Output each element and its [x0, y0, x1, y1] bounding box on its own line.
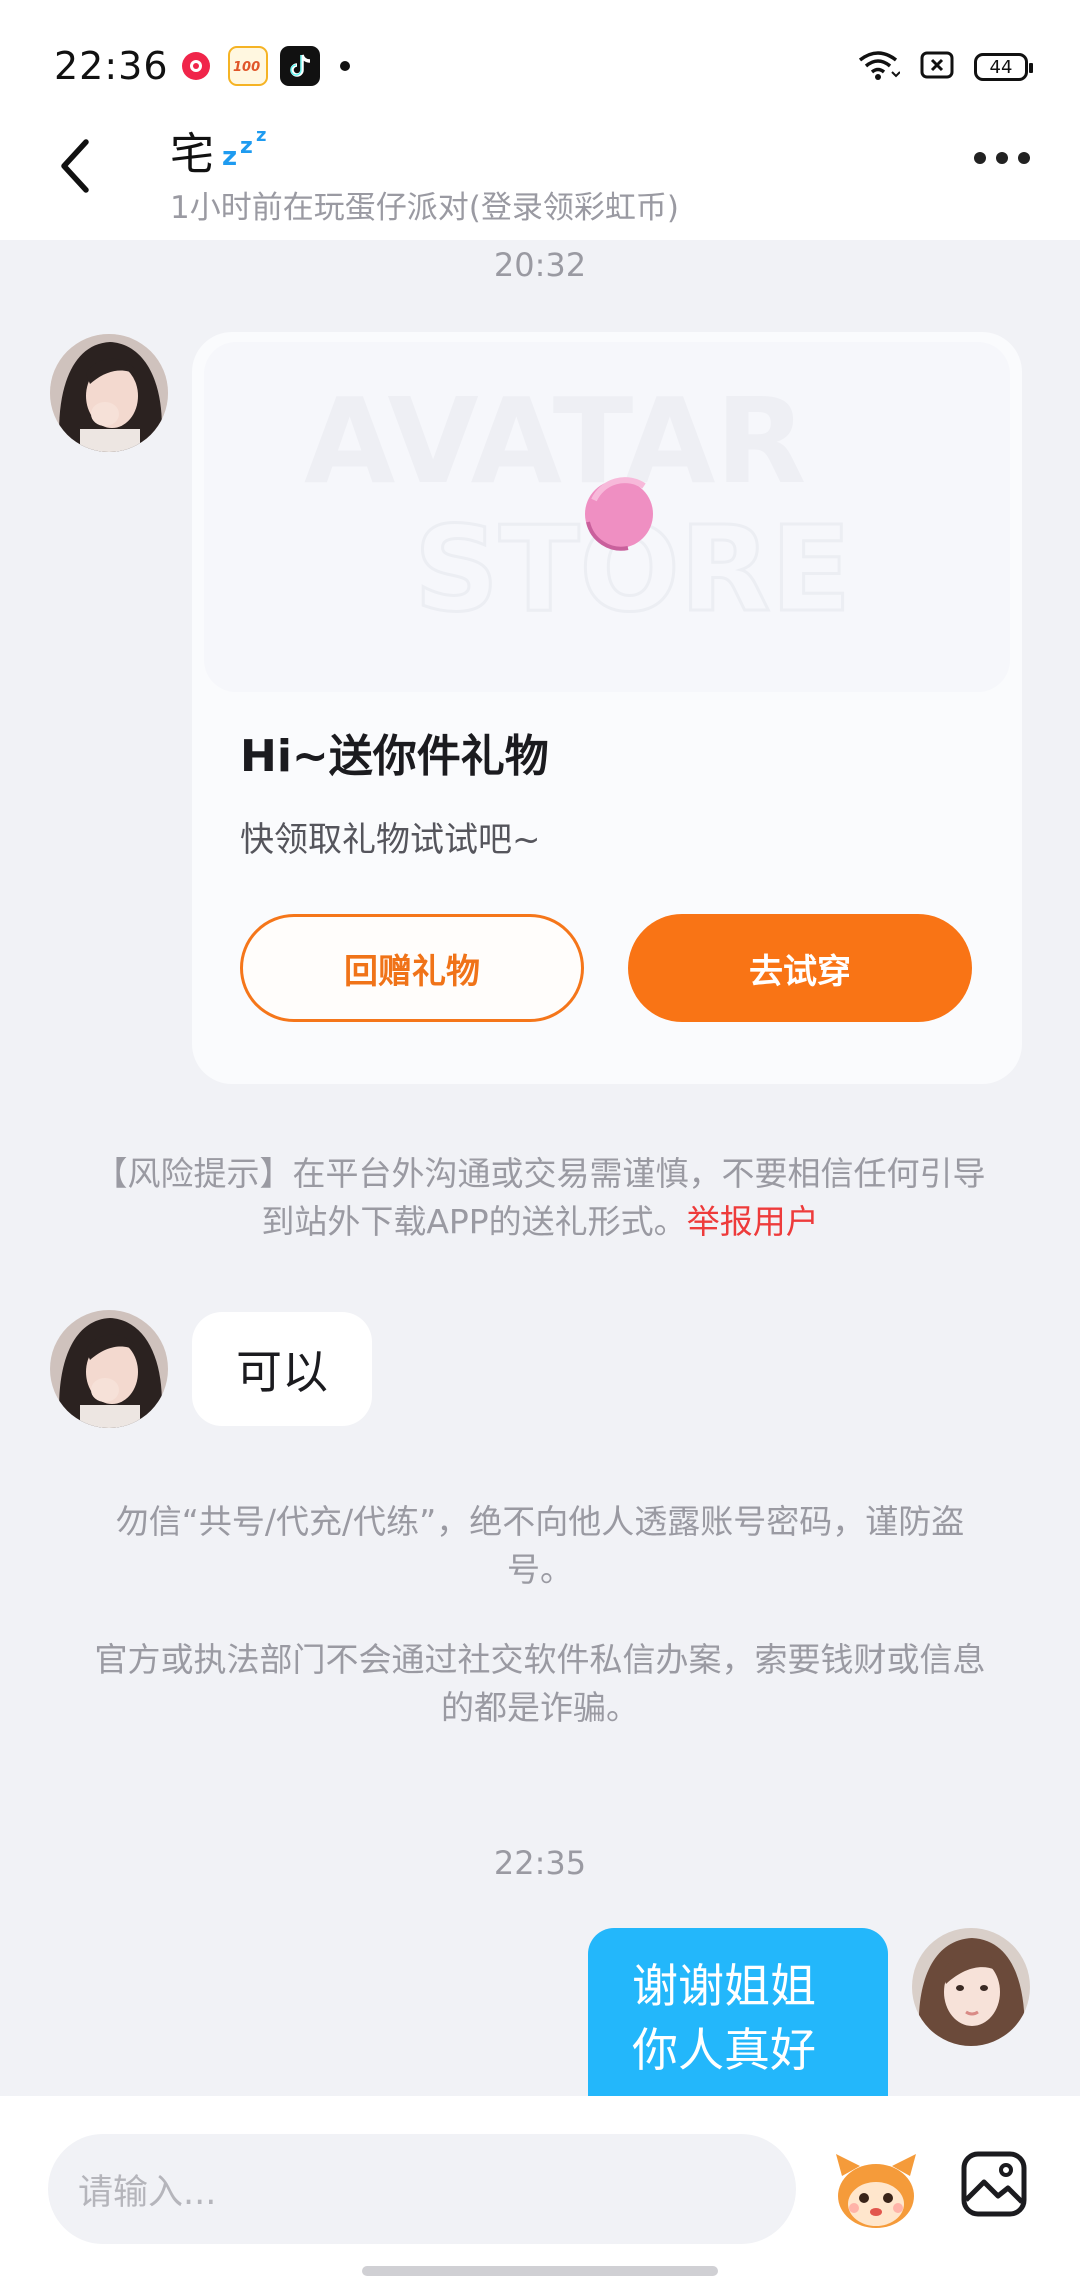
wifi-icon: [856, 48, 901, 86]
chat-title: 宅 zzz: [170, 118, 280, 182]
home-indicator[interactable]: [362, 2266, 718, 2276]
notification-dot: [340, 61, 350, 71]
contact-avatar[interactable]: [50, 334, 168, 452]
return-gift-button[interactable]: 回赠礼物: [240, 914, 584, 1022]
emoji-mascot-button[interactable]: [832, 2146, 920, 2234]
message-text-line: 你人真好: [632, 2023, 816, 2077]
svg-text:100: 100: [233, 60, 260, 75]
report-user-link[interactable]: 举报用户: [687, 1202, 819, 1241]
more-dot-icon: [1018, 152, 1030, 164]
input-bar: 请输入...: [0, 2096, 1080, 2280]
safety-warning-1: 勿信“共号/代充/代练”，绝不向他人透露账号密码，谨防盗号。: [115, 1502, 965, 1589]
more-dot-icon: [974, 152, 986, 164]
battery-icon: 44: [974, 53, 1033, 81]
risk-notice-text: 【风险提示】在平台外沟通或交易需谨慎，不要相信任何引导到站外下载APP的送礼形式…: [94, 1154, 986, 1241]
gift-subtitle: 快领取礼物试试吧~: [240, 820, 541, 860]
battery-level: 44: [989, 56, 1013, 78]
gift-title: Hi~送你件礼物: [240, 731, 549, 782]
gift-card: AVATAR STORE Hi~送你件礼物 快领取礼物试试吧~ 回赠礼物 去试穿: [192, 332, 1022, 1084]
more-options-button[interactable]: [974, 152, 1030, 164]
message-timestamp: 22:35: [493, 1844, 587, 1882]
back-button[interactable]: [56, 136, 106, 196]
message-bubble-received[interactable]: 可以: [192, 1312, 372, 1426]
svg-text:z: z: [222, 142, 237, 169]
chat-screen: 22:36 100 44 宅 z z z 1小时前在玩蛋仔派对(登录领彩虹币) …: [0, 0, 1080, 2280]
risk-notice: 【风险提示】在平台外沟通或交易需谨慎，不要相信任何引导到站外下载APP的送礼形式…: [80, 1150, 1000, 1246]
gift-banner[interactable]: AVATAR STORE: [204, 342, 1010, 692]
image-picker-button[interactable]: [958, 2148, 1030, 2220]
svg-text:z: z: [240, 134, 253, 159]
mascot-icon: [836, 2154, 916, 2228]
contact-avatar[interactable]: [50, 1310, 168, 1428]
message-text: 可以: [236, 1345, 328, 1399]
status-app-icons: 100: [176, 46, 350, 86]
tiktok-icon: [280, 46, 320, 86]
svg-text:z: z: [256, 125, 266, 146]
message-input[interactable]: 请输入...: [48, 2134, 796, 2244]
message-timestamp: 20:32: [493, 246, 587, 284]
chat-name: 宅: [170, 129, 214, 180]
header-bar: 22:36 100 44 宅 z z z 1小时前在玩蛋仔派对(登录领彩虹币): [0, 0, 1080, 240]
my-avatar[interactable]: [912, 1928, 1030, 2046]
sleep-emoji-icon: zzz: [220, 121, 280, 180]
message-text-line: 谢谢姐姐: [632, 1959, 816, 2013]
safety-warning-2: 官方或执法部门不会通过社交软件私信办案，索要钱财或信息的都是诈骗。: [94, 1640, 986, 1727]
try-on-button[interactable]: 去试穿: [628, 914, 972, 1022]
status-time: 22:36: [54, 44, 169, 88]
xiaohongshu-icon: [176, 46, 216, 86]
more-dot-icon: [996, 152, 1008, 164]
status-system-icons: 44: [856, 48, 1033, 86]
chat-status: 1小时前在玩蛋仔派对(登录领彩虹币): [170, 190, 679, 226]
image-icon: [961, 2151, 1027, 2217]
100-icon: 100: [228, 46, 268, 86]
banner-text-avatar: AVATAR: [304, 372, 806, 510]
sim-icon: [920, 50, 954, 84]
